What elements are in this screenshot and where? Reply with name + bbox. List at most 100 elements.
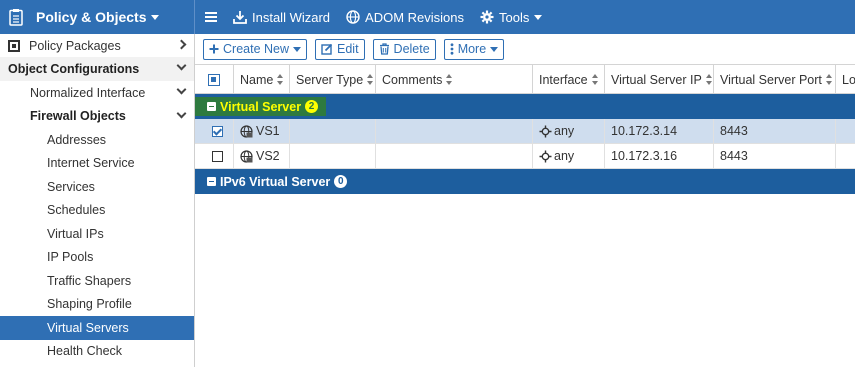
edit-icon — [321, 43, 333, 55]
module-label: Policy & Objects — [36, 9, 147, 25]
sidebar-item-label: Virtual Servers — [47, 320, 129, 335]
tools-menu[interactable]: Tools — [480, 9, 543, 25]
sidebar-item-label: Addresses — [47, 132, 107, 147]
chevron-down-icon — [490, 46, 499, 52]
cell-name: VS2 — [234, 144, 290, 168]
table-row[interactable]: VS1 any 10.172.3.14 8443 — [195, 119, 855, 144]
chevron-right-icon — [176, 39, 187, 50]
cell-server-type — [290, 119, 376, 143]
cell-name: VS1 — [234, 119, 290, 143]
checkbox-checked-icon — [211, 125, 223, 137]
sidebar-item-traffic-shapers[interactable]: Traffic Shapers — [0, 269, 194, 293]
cell-load-balance — [836, 144, 855, 168]
hamburger-menu-icon[interactable] — [205, 12, 217, 22]
cell-virtual-server-port: 8443 — [714, 119, 836, 143]
column-label: Name — [240, 72, 274, 87]
clipboard-icon — [9, 9, 23, 26]
column-header-interface[interactable]: Interface — [533, 65, 605, 94]
group-header-ipv6-virtual-server[interactable]: IPv6 Virtual Server 0 — [195, 169, 855, 194]
row-checkbox[interactable] — [195, 144, 234, 168]
action-toolbar: Create New Edit Delete More — [195, 34, 855, 64]
cell-text: VS2 — [256, 149, 280, 163]
collapse-icon — [207, 177, 216, 186]
sidebar-item-virtual-ips[interactable]: Virtual IPs — [0, 222, 194, 246]
sidebar-item-health-check[interactable]: Health Check — [0, 340, 194, 364]
install-wizard-menu[interactable]: Install Wizard — [233, 10, 330, 25]
more-button[interactable]: More — [443, 38, 505, 60]
collapse-icon — [207, 102, 216, 111]
chevron-down-icon — [176, 108, 187, 118]
delete-button[interactable]: Delete — [372, 38, 436, 60]
chevron-down-icon — [176, 60, 187, 71]
sidebar-item-object-configurations[interactable]: Object Configurations — [0, 57, 194, 81]
top-bar: Policy & Objects Install Wizard ADOM Rev… — [0, 0, 855, 34]
install-icon — [233, 11, 247, 24]
cell-virtual-server-ip: 10.172.3.14 — [605, 119, 714, 143]
create-new-button[interactable]: Create New — [203, 38, 307, 60]
sort-icon — [705, 74, 713, 85]
sidebar-item-label: Normalized Interface — [30, 85, 146, 100]
group-label: Virtual Server 2 — [195, 97, 327, 116]
sort-icon — [825, 74, 833, 85]
sidebar-item-label: Internet Service — [47, 156, 135, 171]
chevron-down-icon — [293, 46, 301, 52]
cell-text: any — [554, 124, 575, 138]
sidebar-item-label: Schedules — [47, 203, 106, 218]
sidebar-item-services[interactable]: Services — [0, 175, 194, 199]
create-new-label: Create New — [223, 42, 289, 56]
column-label: Interface — [539, 72, 588, 87]
column-label: Virtual Server IP — [611, 72, 702, 87]
checkbox-icon — [211, 150, 223, 162]
column-header-name[interactable]: Name — [234, 65, 290, 94]
cell-comments — [376, 119, 533, 143]
sort-icon — [277, 74, 284, 85]
column-header-virtual-server-port[interactable]: Virtual Server Port — [714, 65, 836, 94]
sidebar-item-ip-pools[interactable]: IP Pools — [0, 246, 194, 270]
sidebar-item-addresses[interactable]: Addresses — [0, 128, 194, 152]
tools-label: Tools — [499, 9, 530, 25]
interface-icon — [539, 150, 552, 162]
select-all-checkbox[interactable] — [195, 65, 234, 94]
trash-icon — [379, 43, 389, 55]
adom-revisions-menu[interactable]: ADOM Revisions — [346, 10, 464, 25]
chevron-down-icon — [534, 14, 543, 20]
sort-icon — [446, 74, 453, 85]
sidebar-item-schedules[interactable]: Schedules — [0, 199, 194, 223]
delete-label: Delete — [393, 42, 430, 56]
edit-label: Edit — [337, 42, 359, 56]
count-badge: 2 — [305, 100, 319, 113]
sidebar: Policy Packages Object Configurations No… — [0, 34, 195, 367]
table-row[interactable]: VS2 any 10.172.3.16 8443 — [195, 144, 855, 169]
group-title: Virtual Server — [220, 99, 302, 114]
column-label: Loa — [842, 72, 855, 87]
module-selector[interactable]: Policy & Objects — [0, 0, 195, 34]
sidebar-item-firewall-objects[interactable]: Firewall Objects — [0, 105, 194, 129]
sidebar-item-virtual-servers[interactable]: Virtual Servers — [0, 316, 194, 340]
column-header-comments[interactable]: Comments — [376, 65, 533, 94]
column-label: Server Type — [296, 72, 364, 87]
group-label: IPv6 Virtual Server 0 — [195, 172, 355, 191]
virtual-servers-table: Name Server Type Comments Interface Virt… — [195, 64, 855, 367]
package-icon — [8, 39, 20, 52]
column-header-virtual-server-ip[interactable]: Virtual Server IP — [605, 65, 714, 94]
cell-load-balance — [836, 119, 855, 143]
more-vertical-icon — [450, 43, 454, 55]
edit-button[interactable]: Edit — [315, 38, 365, 60]
column-header-server-type[interactable]: Server Type — [290, 65, 376, 94]
row-checkbox[interactable] — [195, 119, 234, 143]
adom-revisions-label: ADOM Revisions — [365, 9, 464, 25]
group-title: IPv6 Virtual Server — [220, 174, 331, 189]
group-header-virtual-server[interactable]: Virtual Server 2 — [195, 94, 855, 119]
checkbox-icon — [208, 73, 220, 86]
sidebar-item-policy-packages[interactable]: Policy Packages — [0, 34, 194, 57]
sidebar-item-internet-service[interactable]: Internet Service — [0, 152, 194, 176]
install-wizard-label: Install Wizard — [252, 9, 331, 25]
sidebar-item-label: Services — [47, 179, 95, 194]
column-header-load-balance[interactable]: Loa — [836, 65, 855, 94]
cell-comments — [376, 144, 533, 168]
sidebar-item-shaping-profile[interactable]: Shaping Profile — [0, 293, 194, 317]
sidebar-item-label: Firewall Objects — [30, 109, 126, 124]
more-label: More — [457, 42, 487, 56]
sidebar-item-normalized-interface[interactable]: Normalized Interface — [0, 81, 194, 105]
cell-server-type — [290, 144, 376, 168]
